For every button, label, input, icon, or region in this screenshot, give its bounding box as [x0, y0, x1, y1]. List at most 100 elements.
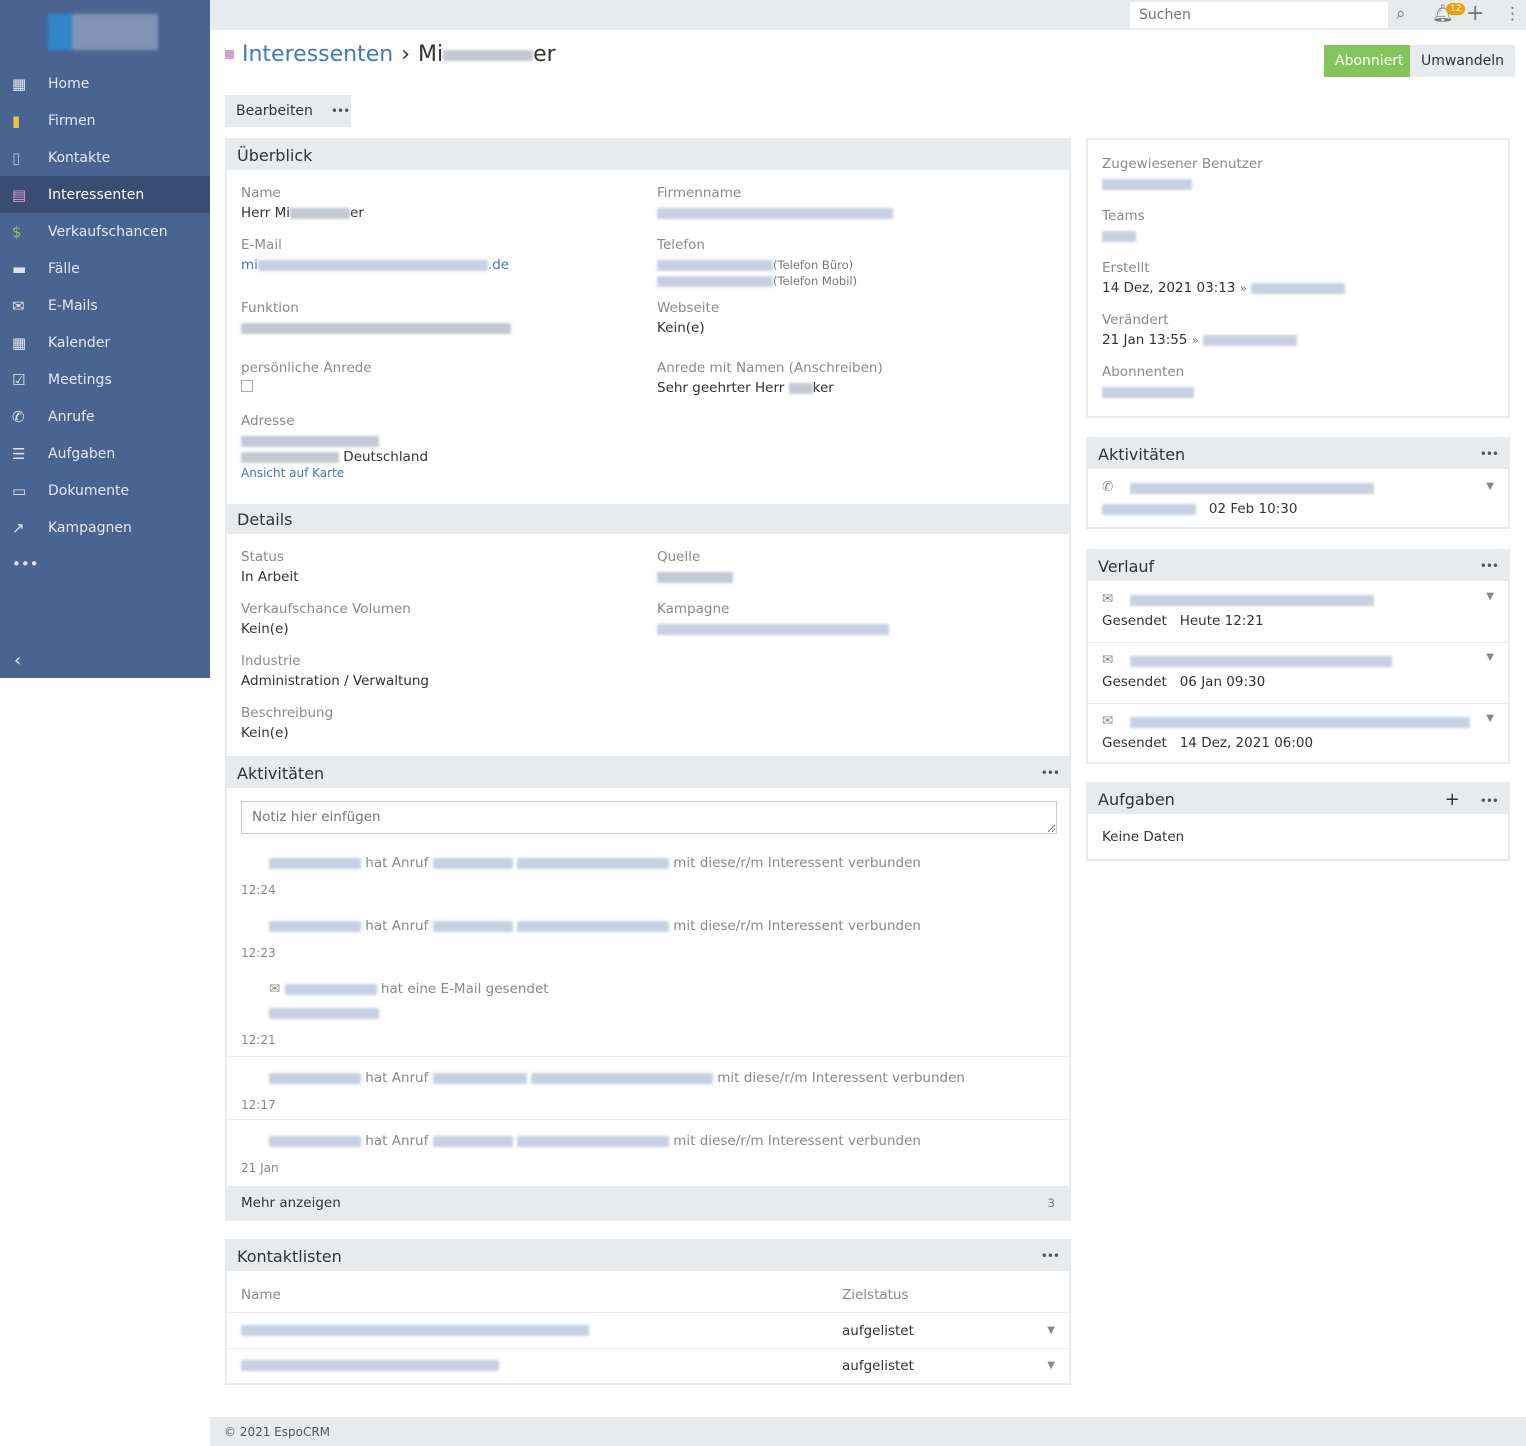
plus-icon[interactable]: + — [1466, 1, 1484, 26]
call-link[interactable] — [432, 1135, 513, 1147]
function-value — [241, 322, 511, 334]
edit-button[interactable]: Bearbeiten — [236, 103, 313, 119]
panel-title: Aktivitäten — [237, 763, 325, 783]
contact-card-icon: ▯ — [12, 148, 21, 167]
home-icon: ▦ — [12, 74, 27, 93]
salutation-checkbox[interactable] — [241, 380, 253, 392]
volume-label: Verkaufschance Volumen — [241, 601, 411, 617]
add-task-icon[interactable]: + — [1445, 789, 1460, 810]
note-input[interactable] — [241, 801, 1057, 834]
user-link[interactable] — [269, 1135, 361, 1147]
sidebar-item-fälle[interactable]: ▬ Fälle — [0, 250, 210, 287]
sidebar-item-interessenten[interactable]: ▤ Interessenten — [0, 176, 210, 213]
logo[interactable] — [48, 14, 158, 50]
sidebar-item-home[interactable]: ▦ Home — [0, 65, 210, 102]
row-dropdown-icon[interactable]: ▼ — [1047, 1360, 1055, 1371]
row-dropdown-icon[interactable]: ▼ — [1486, 713, 1494, 724]
calendar-check-icon: ☑ — [12, 370, 26, 389]
sidebar-item-aufgaben[interactable]: ☰ Aufgaben — [0, 435, 210, 472]
panel-menu-icon[interactable]: ••• — [1041, 766, 1060, 780]
panel-title: Details — [237, 509, 293, 529]
row-dropdown-icon[interactable]: ▼ — [1486, 652, 1494, 663]
document-icon: ▭ — [12, 481, 27, 500]
map-link[interactable]: Ansicht auf Karte — [241, 466, 344, 480]
company-value[interactable] — [657, 207, 893, 219]
sidebar-item-anrufe[interactable]: ✆ Anrufe — [0, 398, 210, 435]
row-dropdown-icon[interactable]: ▼ — [1486, 591, 1494, 602]
panel-menu-icon[interactable]: ••• — [1480, 559, 1499, 573]
history-item: ✉ ▼ Gesendet 06 Jan 09:30 — [1088, 652, 1508, 707]
stream-time: 21 Jan — [241, 1161, 279, 1175]
activities-header: Aktivitäten ••• — [1088, 439, 1508, 469]
activities-side-panel: Aktivitäten ••• ✆ ▼ 02 Feb 10:30 — [1086, 437, 1510, 529]
sidebar: ▦ Home ▮ Firmen ▯ Kontakte ▤ Interessenten $ Verk… — [0, 0, 210, 678]
history-meta: Gesendet Heute 12:21 — [1102, 613, 1264, 629]
side-info-panel: Zugewiesener Benutzer Teams Erstellt 14 D… — [1086, 138, 1510, 418]
show-more-button[interactable]: Mehr anzeigen 3 — [227, 1186, 1069, 1219]
website-value: Kein(e) — [657, 320, 705, 336]
breadcrumb-interessenten[interactable]: Interessenten — [242, 42, 393, 67]
list-name-link[interactable] — [241, 1325, 589, 1336]
phone-office[interactable]: (Telefon Büro) — [657, 257, 857, 273]
sidebar-item-label: Aufgaben — [48, 445, 116, 462]
email-value[interactable]: mi .de — [241, 257, 509, 273]
panel-menu-icon[interactable]: ••• — [1480, 447, 1499, 461]
row-dropdown-icon[interactable]: ▼ — [1047, 1325, 1055, 1336]
email-subject-link[interactable] — [269, 1007, 379, 1019]
team-link[interactable] — [1102, 230, 1136, 242]
envelope-icon: ✉ — [269, 981, 281, 997]
convert-button[interactable]: Umwandeln — [1410, 45, 1516, 77]
sidebar-item-e-mails[interactable]: ✉ E-Mails — [0, 287, 210, 324]
row-dropdown-icon[interactable]: ▼ — [1486, 481, 1494, 492]
stream-note: hat Anruf mit diese/r/m Interessent verb… — [241, 1133, 1055, 1175]
table-row: aufgelistet ▼ — [227, 1313, 1069, 1349]
nav-more[interactable]: ••• — [0, 545, 210, 582]
sidebar-item-meetings[interactable]: ☑ Meetings — [0, 361, 210, 398]
call-link[interactable] — [432, 920, 513, 932]
email-link[interactable] — [1130, 656, 1392, 667]
panel-title: Aktivitäten — [1098, 444, 1186, 464]
phone-mobile[interactable]: (Telefon Mobil) — [657, 273, 857, 289]
sidebar-item-verkaufschancen[interactable]: $ Verkaufschancen — [0, 213, 210, 250]
salutation-label: persönliche Anrede — [241, 360, 372, 376]
email-link[interactable] — [1130, 717, 1470, 728]
follower-link[interactable] — [1102, 386, 1194, 398]
collapse-sidebar-icon[interactable]: ‹ — [14, 650, 21, 671]
menu-kebab-icon[interactable]: ⋮ — [1504, 4, 1521, 24]
sidebar-item-firmen[interactable]: ▮ Firmen — [0, 102, 210, 139]
list-name-link[interactable] — [241, 1360, 499, 1371]
user-link[interactable] — [284, 983, 377, 995]
sidebar-item-label: Kontakte — [48, 149, 111, 166]
footer: © 2021 EspoCRM — [210, 1417, 1526, 1446]
activity-link[interactable] — [1130, 483, 1374, 494]
sidebar-item-kampagnen[interactable]: ↗ Kampagnen — [0, 509, 210, 546]
stream-time: 12:23 — [241, 946, 276, 960]
column-name: Name — [241, 1287, 281, 1303]
chart-icon: ↗ — [12, 518, 25, 537]
assigned-user-link[interactable] — [1102, 178, 1192, 190]
sidebar-item-kontakte[interactable]: ▯ Kontakte — [0, 139, 210, 176]
call-link[interactable] — [432, 857, 513, 869]
sidebar-item-kalender[interactable]: ▦ Kalender — [0, 324, 210, 361]
subscribed-button[interactable]: Abonniert — [1324, 45, 1415, 77]
call-link[interactable] — [432, 1072, 527, 1084]
page-title: Interessenten › Mi er — [225, 42, 556, 67]
tasks-empty: Keine Daten — [1102, 829, 1185, 845]
panel-menu-icon[interactable]: ••• — [1480, 794, 1499, 808]
panel-menu-icon[interactable]: ••• — [1041, 1249, 1060, 1263]
salutation-name-value: Sehr geehrter Herr ker — [657, 380, 834, 396]
campaign-link[interactable] — [657, 623, 889, 635]
volume-value: Kein(e) — [241, 621, 289, 637]
envelope-icon: ✉ — [1102, 713, 1114, 729]
sidebar-item-dokumente[interactable]: ▭ Dokumente — [0, 472, 210, 509]
more-actions-icon[interactable]: ••• — [331, 104, 350, 118]
search-icon[interactable]: ⌕ — [1396, 4, 1406, 24]
description-label: Beschreibung — [241, 705, 334, 721]
user-link[interactable] — [269, 1072, 361, 1084]
assigned-label: Zugewiesener Benutzer — [1102, 156, 1263, 172]
search-input[interactable] — [1130, 2, 1388, 28]
stream-note: hat Anruf mit diese/r/m Interessent verb… — [241, 918, 1055, 960]
email-link[interactable] — [1130, 595, 1374, 606]
user-link[interactable] — [269, 857, 361, 869]
user-link[interactable] — [269, 920, 361, 932]
